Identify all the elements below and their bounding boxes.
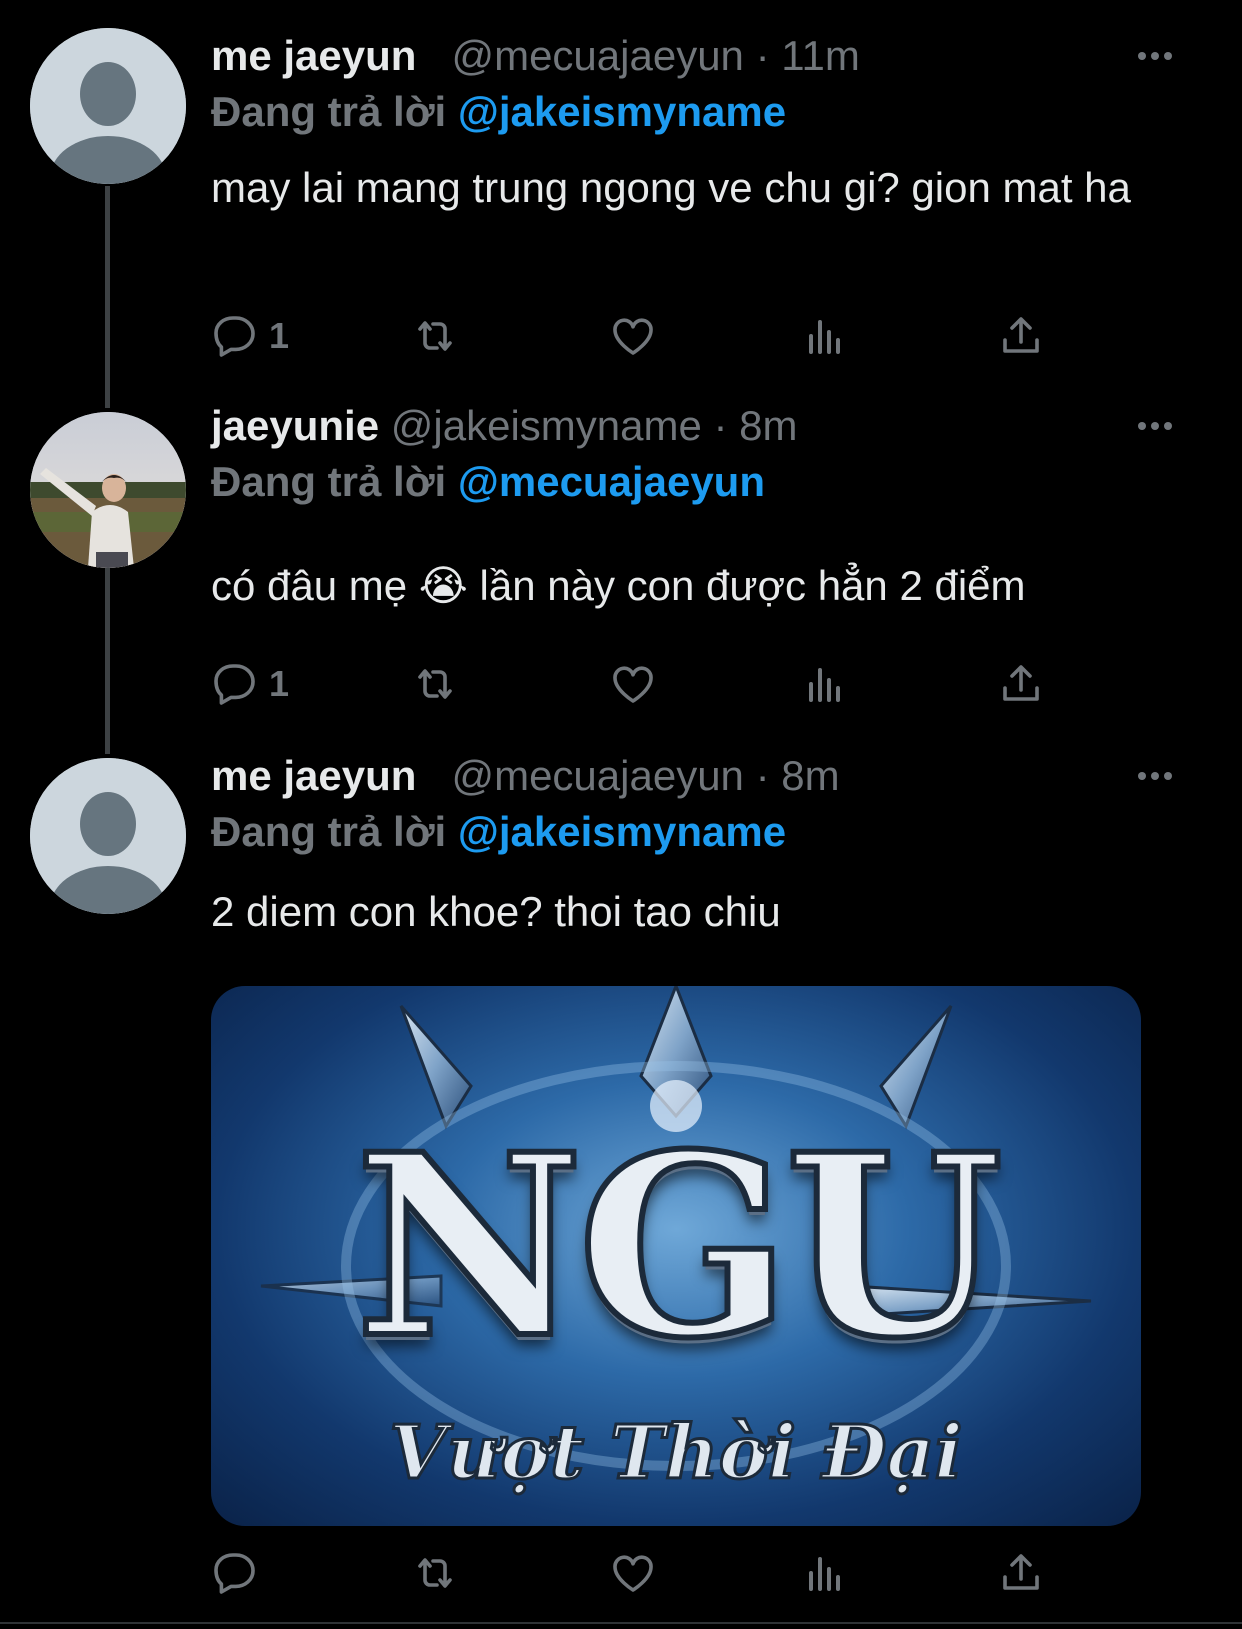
share-button[interactable]	[997, 311, 1045, 361]
tweet-header: me jaeyun @mecuajaeyun · 8m	[211, 752, 840, 800]
share-button[interactable]	[997, 1548, 1045, 1598]
replying-label: Đang trả lời	[211, 808, 447, 855]
like-icon	[613, 666, 653, 703]
tweet[interactable]: jaeyunie @jakeismyname · 8m Đang trả lời…	[0, 400, 1242, 750]
reply-icon	[214, 316, 255, 357]
reply-button[interactable]	[211, 1548, 269, 1598]
user-handle[interactable]: @mecuajaeyun	[451, 32, 743, 79]
analytics-button[interactable]	[801, 659, 849, 709]
retweet-button[interactable]	[411, 1548, 459, 1598]
photo-avatar-icon	[30, 412, 186, 568]
avatar[interactable]	[30, 28, 186, 184]
separator: ·	[713, 402, 728, 449]
analytics-button[interactable]	[801, 311, 849, 361]
display-name[interactable]: me jaeyun	[211, 752, 416, 799]
divider	[0, 1622, 1242, 1624]
reply-button[interactable]: 1	[211, 659, 289, 709]
replying-to-handle[interactable]: @jakeismyname	[458, 88, 786, 135]
user-handle[interactable]: @jakeismyname	[391, 402, 702, 449]
reply-icon	[214, 664, 255, 705]
separator: ·	[755, 752, 770, 799]
replying-to-handle[interactable]: @jakeismyname	[458, 808, 786, 855]
display-name[interactable]: jaeyunie	[211, 402, 379, 449]
share-icon	[1003, 317, 1039, 353]
reply-count: 1	[269, 315, 290, 356]
share-button[interactable]	[997, 659, 1045, 709]
more-icon[interactable]	[1138, 46, 1178, 66]
analytics-button[interactable]	[801, 1548, 849, 1598]
retweet-button[interactable]	[411, 659, 459, 709]
like-button[interactable]	[609, 311, 657, 361]
timestamp[interactable]: 8m	[739, 402, 797, 449]
tweet-text: may lai mang trung ngong ve chu gi? gion…	[211, 164, 1131, 211]
share-icon	[1003, 1554, 1039, 1590]
avatar[interactable]	[30, 758, 186, 914]
meme-subtitle: Vượt Thời Đại	[388, 1410, 964, 1497]
tweet-media-image[interactable]: NGU Vượt Thời Đại	[211, 986, 1141, 1526]
retweet-button[interactable]	[411, 311, 459, 361]
replying-label: Đang trả lời	[211, 458, 447, 505]
timestamp[interactable]: 11m	[781, 32, 860, 79]
like-icon	[613, 1555, 653, 1592]
reply-count: 1	[269, 663, 290, 704]
avatar[interactable]	[30, 412, 186, 568]
default-avatar-icon	[30, 758, 186, 914]
tweet-header: me jaeyun @mecuajaeyun · 11m	[211, 32, 860, 80]
replying-label: Đang trả lời	[211, 88, 447, 135]
tweet-actions: 1	[211, 659, 1091, 709]
tweet-header: jaeyunie @jakeismyname · 8m	[211, 402, 798, 450]
timestamp[interactable]: 8m	[781, 752, 839, 799]
replying-to: Đang trả lời @mecuajaeyun	[211, 458, 765, 506]
analytics-icon	[809, 1557, 840, 1591]
tweet[interactable]: me jaeyun @mecuajaeyun · 11m Đang trả lờ…	[0, 0, 1242, 400]
default-avatar-icon	[30, 28, 186, 184]
retweet-icon	[418, 1558, 452, 1588]
retweet-icon	[418, 321, 452, 351]
like-button[interactable]	[609, 659, 657, 709]
replying-to: Đang trả lời @jakeismyname	[211, 88, 786, 136]
analytics-icon	[809, 668, 840, 702]
tweet-text: có đâu mẹ 😭 lần này con được hẳn 2 điểm	[211, 562, 1026, 609]
reply-button[interactable]: 1	[211, 311, 289, 361]
reply-icon	[214, 1553, 255, 1594]
more-icon[interactable]	[1138, 416, 1178, 436]
separator: ·	[755, 32, 770, 79]
tweet-actions: 1	[211, 311, 1091, 361]
replying-to: Đang trả lời @jakeismyname	[211, 808, 786, 856]
like-button[interactable]	[609, 1548, 657, 1598]
more-icon[interactable]	[1138, 766, 1178, 786]
user-handle[interactable]: @mecuajaeyun	[451, 752, 743, 799]
replying-to-handle[interactable]: @mecuajaeyun	[458, 458, 765, 505]
meme-title: NGU	[352, 1099, 1006, 1393]
retweet-icon	[418, 669, 452, 699]
share-icon	[1003, 665, 1039, 701]
tweet-actions	[211, 1548, 1091, 1598]
analytics-icon	[809, 320, 840, 354]
like-icon	[613, 318, 653, 355]
tweet-text: 2 diem con khoe? thoi tao chiu	[211, 888, 781, 935]
display-name[interactable]: me jaeyun	[211, 32, 416, 79]
